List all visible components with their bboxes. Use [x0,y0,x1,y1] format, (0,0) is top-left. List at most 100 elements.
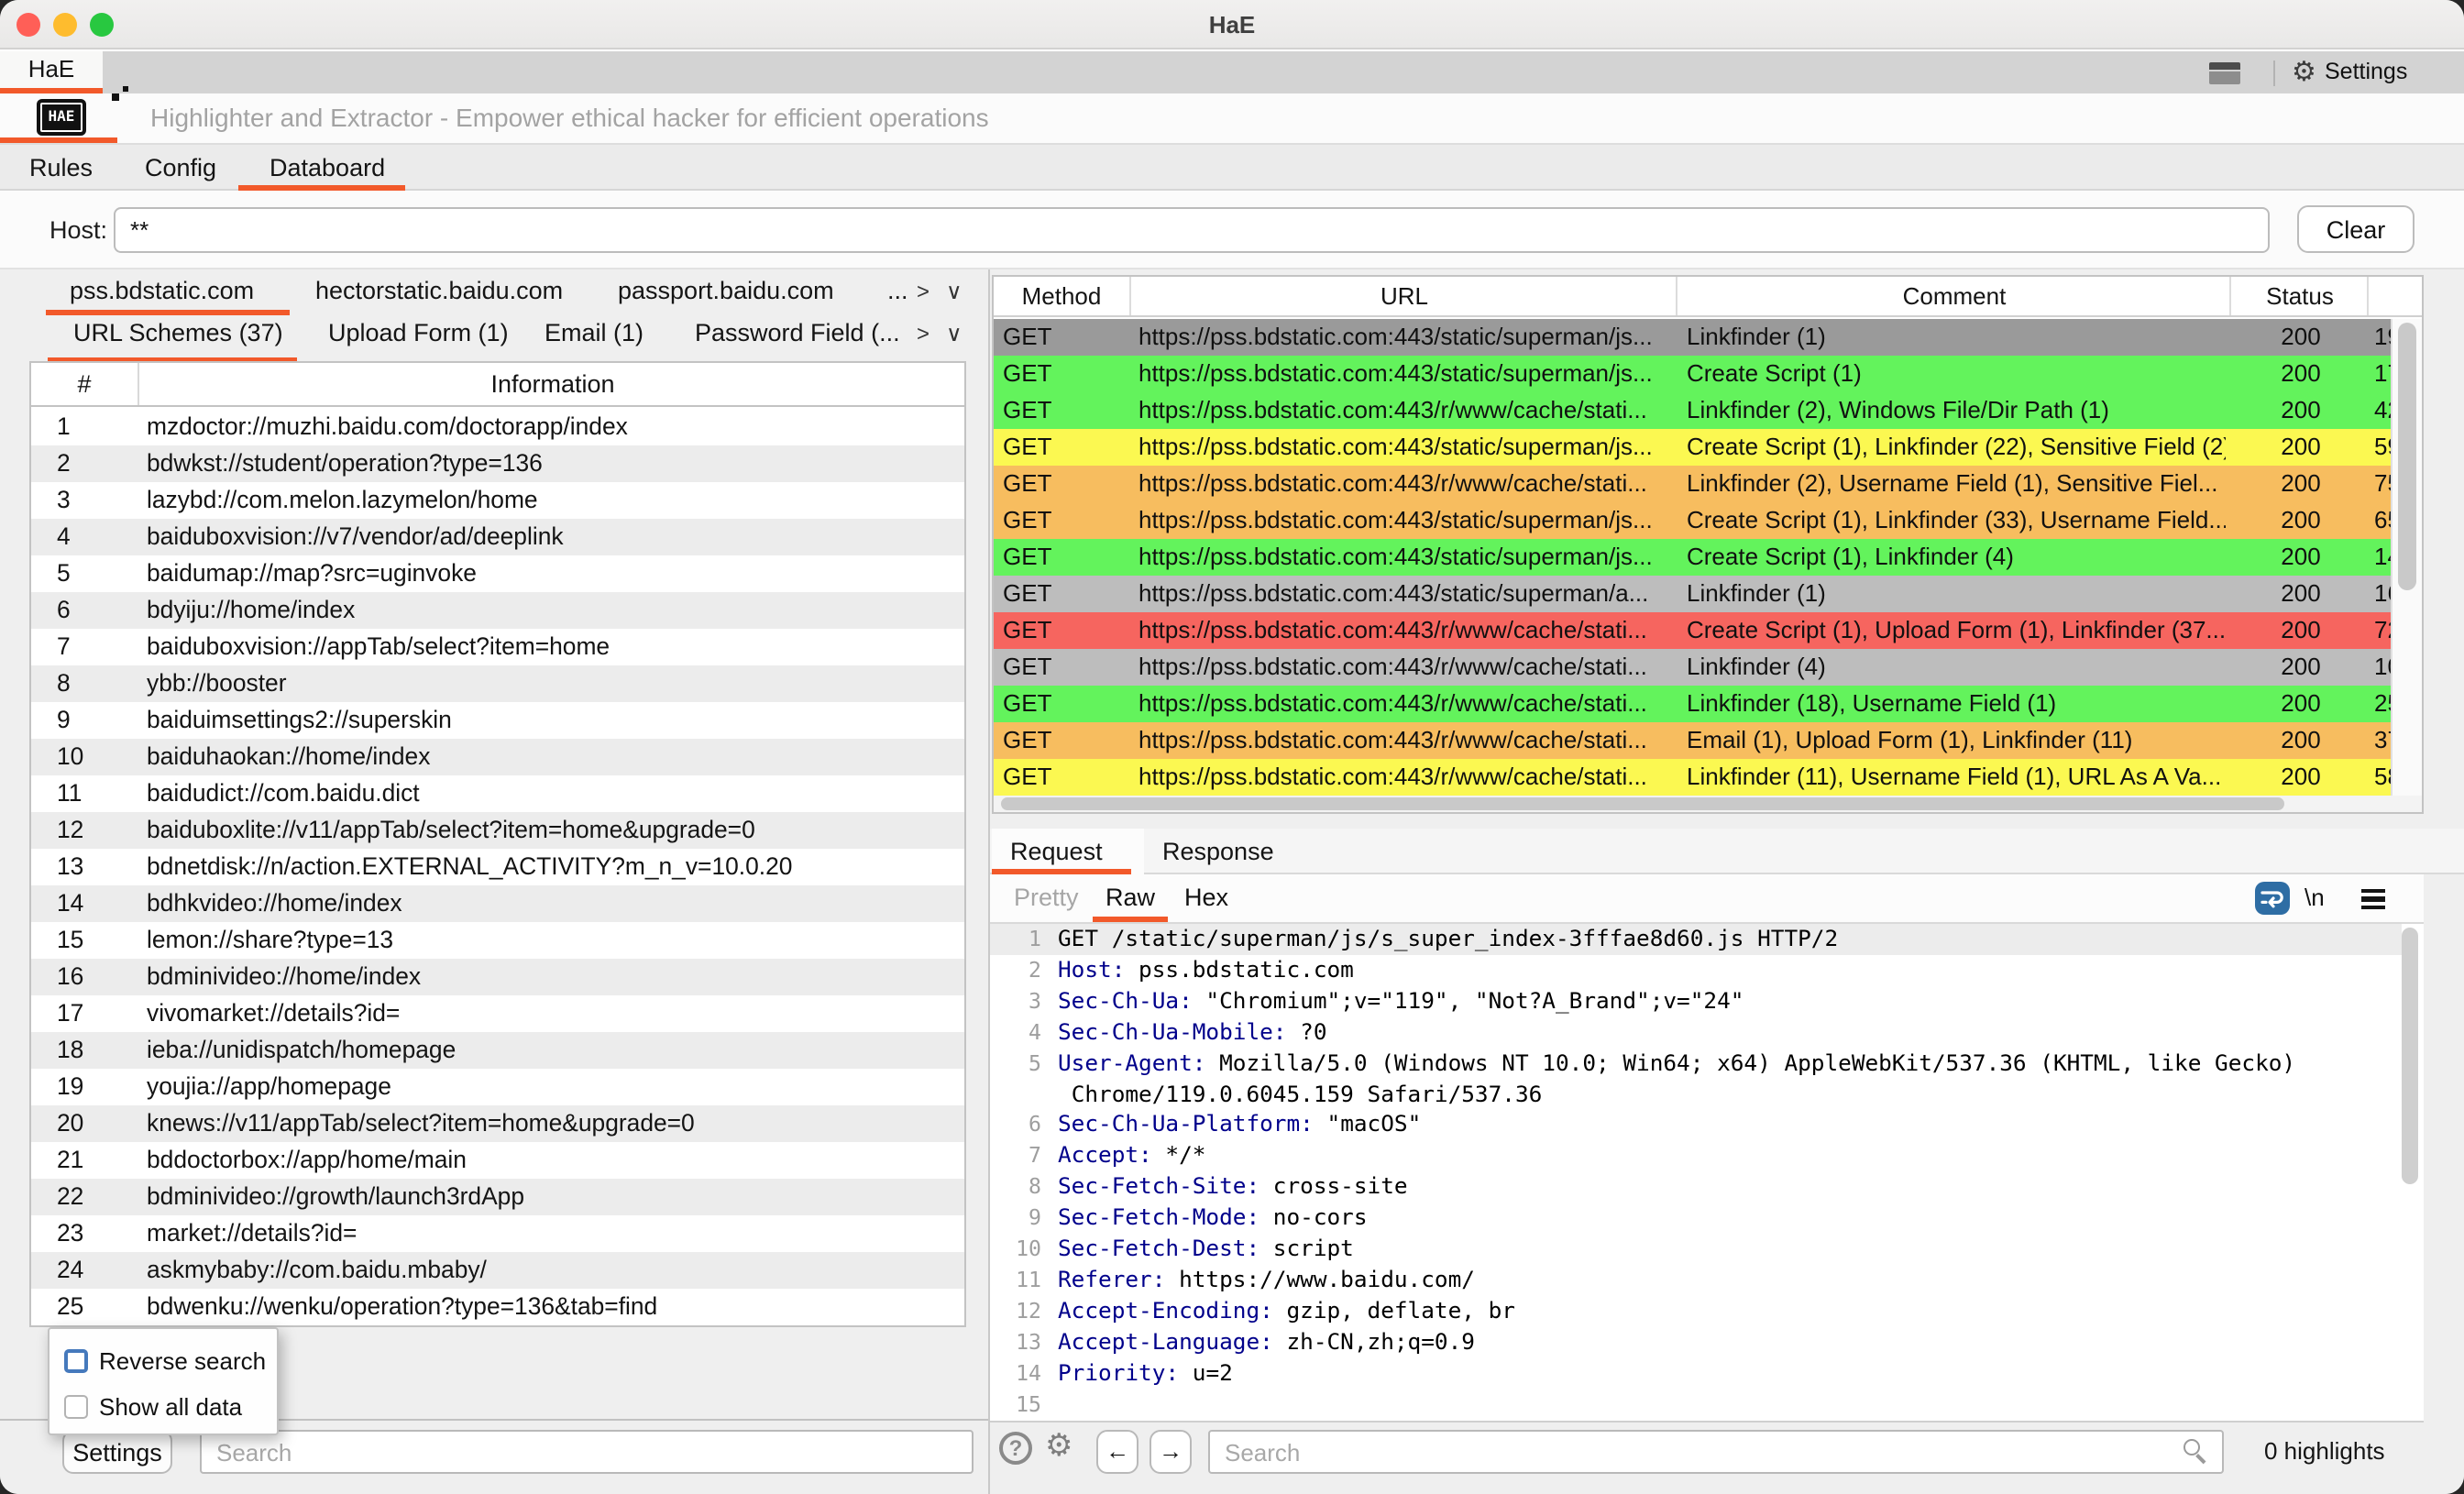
request-row[interactable]: GEThttps://pss.bdstatic.com:443/r/www/ca… [994,759,2422,796]
tab-host-passport[interactable]: passport.baidu.com [618,277,834,304]
table-row[interactable]: 1mzdoctor://muzhi.baidu.com/doctorapp/in… [31,409,964,445]
request-line[interactable]: 9Sec-Fetch-Mode: no-cors [990,1203,2402,1234]
tab-pretty[interactable]: Pretty [1014,874,1079,924]
word-wrap-icon[interactable] [2255,882,2290,915]
table-row[interactable]: 22bdminivideo://growth/launch3rdApp [31,1179,964,1215]
request-row[interactable]: GEThttps://pss.bdstatic.com:443/r/www/ca… [994,466,2422,502]
chevron-right-icon[interactable]: > [917,279,930,304]
table-row[interactable]: 18ieba://unidispatch/homepage [31,1032,964,1069]
checkbox-icon[interactable] [64,1394,88,1418]
tab-hex[interactable]: Hex [1184,874,1228,924]
chevron-down-icon[interactable]: ∨ [946,279,962,304]
search-prev-button[interactable]: ← [1096,1430,1138,1474]
tab-host-more[interactable]: ... [887,277,908,304]
table-row[interactable]: 13bdnetdisk://n/action.EXTERNAL_ACTIVITY… [31,849,964,885]
table-row[interactable]: 17vivomarket://details?id= [31,995,964,1032]
tab-upload-form[interactable]: Upload Form (1) [328,319,509,346]
table-row[interactable]: 16bdminivideo://home/index [31,959,964,995]
request-line[interactable]: 10Sec-Fetch-Dest: script [990,1234,2402,1265]
table-row[interactable]: 14bdhkvideo://home/index [31,885,964,922]
scrollbar-thumb[interactable] [2402,928,2418,1184]
request-row[interactable]: GEThttps://pss.bdstatic.com:443/r/www/ca… [994,392,2422,429]
request-row[interactable]: GEThttps://pss.bdstatic.com:443/r/www/ca… [994,722,2422,759]
settings-button[interactable]: Settings [2325,51,2407,93]
column-header-num[interactable]: # [31,363,139,405]
host-input[interactable] [114,207,2270,253]
table-row[interactable]: 12baiduboxlite://v11/appTab/select?item=… [31,812,964,849]
tab-request[interactable]: Request [1010,829,1103,874]
request-line[interactable]: 3Sec-Ch-Ua: "Chromium";v="119", "Not?A_B… [990,986,2402,1017]
request-line[interactable]: 6Sec-Ch-Ua-Platform: "macOS" [990,1110,2402,1141]
reverse-search-option[interactable]: Reverse search [64,1346,266,1375]
newline-toggle-icon[interactable]: \n [2304,874,2325,924]
clear-button[interactable]: Clear [2297,205,2414,253]
table-row[interactable]: 25bdwenku://wenku/operation?type=136&tab… [31,1289,964,1325]
search-settings-gear-icon[interactable]: ⚙ [1045,1428,1073,1465]
tab-password-field[interactable]: Password Field (... [695,319,900,346]
search-next-button[interactable]: → [1150,1430,1192,1474]
request-line[interactable]: 1GET /static/superman/js/s_super_index-3… [990,924,2402,955]
table-row[interactable]: 19youjia://app/homepage [31,1069,964,1105]
column-header-url[interactable]: URL [1133,277,1678,315]
table-row[interactable]: 8ybb://booster [31,665,964,702]
column-header-comment[interactable]: Comment [1679,277,2231,315]
table-row[interactable]: 20knews://v11/appTab/select?item=home&up… [31,1105,964,1142]
request-editor[interactable]: 1GET /static/superman/js/s_super_index-3… [990,924,2424,1421]
table-row[interactable]: 23market://details?id= [31,1215,964,1252]
scrollbar-thumb[interactable] [2398,323,2416,590]
table-row[interactable]: 24askmybaby://com.baidu.mbaby/ [31,1252,964,1289]
tab-host-pss[interactable]: pss.bdstatic.com [70,277,254,304]
table-row[interactable]: 11baidudict://com.baidu.dict [31,775,964,812]
chevron-right-icon[interactable]: > [917,321,930,346]
tab-host-hectorstatic[interactable]: hectorstatic.baidu.com [315,277,563,304]
request-line[interactable]: 15 [990,1389,2402,1420]
request-row[interactable]: GEThttps://pss.bdstatic.com:443/static/s… [994,502,2422,539]
show-all-data-option[interactable]: Show all data [64,1391,242,1421]
table-row[interactable]: 6bdyiju://home/index [31,592,964,629]
splitter-handle[interactable]: ●●● [990,814,2464,829]
request-row[interactable]: GEThttps://pss.bdstatic.com:443/r/www/ca… [994,649,2422,686]
table-row[interactable]: 15lemon://share?type=13 [31,922,964,959]
column-header-information[interactable]: Information [141,363,964,405]
tab-hae[interactable]: HaE [0,51,103,93]
chevron-down-icon[interactable]: ∨ [946,321,962,346]
request-line[interactable]: 14Priority: u=2 [990,1357,2402,1389]
table-row[interactable]: 2bdwkst://student/operation?type=136 [31,445,964,482]
tab-response[interactable]: Response [1162,829,1274,874]
menu-icon[interactable] [2361,889,2385,909]
request-row[interactable]: GEThttps://pss.bdstatic.com:443/r/www/ca… [994,686,2422,722]
table-settings-button[interactable]: Settings [62,1430,172,1474]
tab-databoard[interactable]: Databoard [270,145,385,191]
request-row[interactable]: GEThttps://pss.bdstatic.com:443/static/s… [994,429,2422,466]
table-row[interactable]: 10baiduhaokan://home/index [31,739,964,775]
request-row[interactable]: GEThttps://pss.bdstatic.com:443/static/s… [994,319,2422,356]
tab-url-schemes[interactable]: URL Schemes (37) [73,319,283,346]
request-line[interactable]: 7Accept: */* [990,1141,2402,1172]
request-line[interactable]: 11Referer: https://www.baidu.com/ [990,1265,2402,1296]
request-line[interactable]: 8Sec-Fetch-Site: cross-site [990,1172,2402,1203]
table-row[interactable]: 21bddoctorbox://app/home/main [31,1142,964,1179]
vertical-scrollbar[interactable] [2391,319,2422,801]
scrollbar-thumb[interactable] [1001,797,2284,810]
column-header-status[interactable]: Status [2233,277,2369,315]
gear-icon[interactable]: ⚙ [2292,55,2316,88]
request-line[interactable]: 2Host: pss.bdstatic.com [990,955,2402,986]
horizontal-scrollbar[interactable] [994,796,2422,812]
layout-panel-icon[interactable] [2209,62,2240,84]
request-row[interactable]: GEThttps://pss.bdstatic.com:443/static/s… [994,539,2422,576]
help-icon[interactable]: ? [999,1432,1032,1465]
request-line[interactable]: 4Sec-Ch-Ua-Mobile: ?0 [990,1016,2402,1048]
request-row[interactable]: GEThttps://pss.bdstatic.com:443/r/www/ca… [994,612,2422,649]
editor-scrollbar[interactable] [2402,928,2420,1413]
checkbox-icon[interactable] [64,1348,88,1372]
column-header-method[interactable]: Method [994,277,1131,315]
table-row[interactable]: 5baidumap://map?src=uginvoke [31,555,964,592]
tab-email[interactable]: Email (1) [544,319,644,346]
request-row[interactable]: GEThttps://pss.bdstatic.com:443/static/s… [994,356,2422,392]
tab-config[interactable]: Config [145,145,216,191]
table-row[interactable]: 7baiduboxvision://appTab/select?item=hom… [31,629,964,665]
request-line[interactable]: 5User-Agent: Mozilla/5.0 (Windows NT 10.… [990,1048,2402,1110]
table-row[interactable]: 9baiduimsettings2://superskin [31,702,964,739]
editor-search-input[interactable] [1208,1430,2224,1474]
left-search-input[interactable] [200,1430,974,1474]
